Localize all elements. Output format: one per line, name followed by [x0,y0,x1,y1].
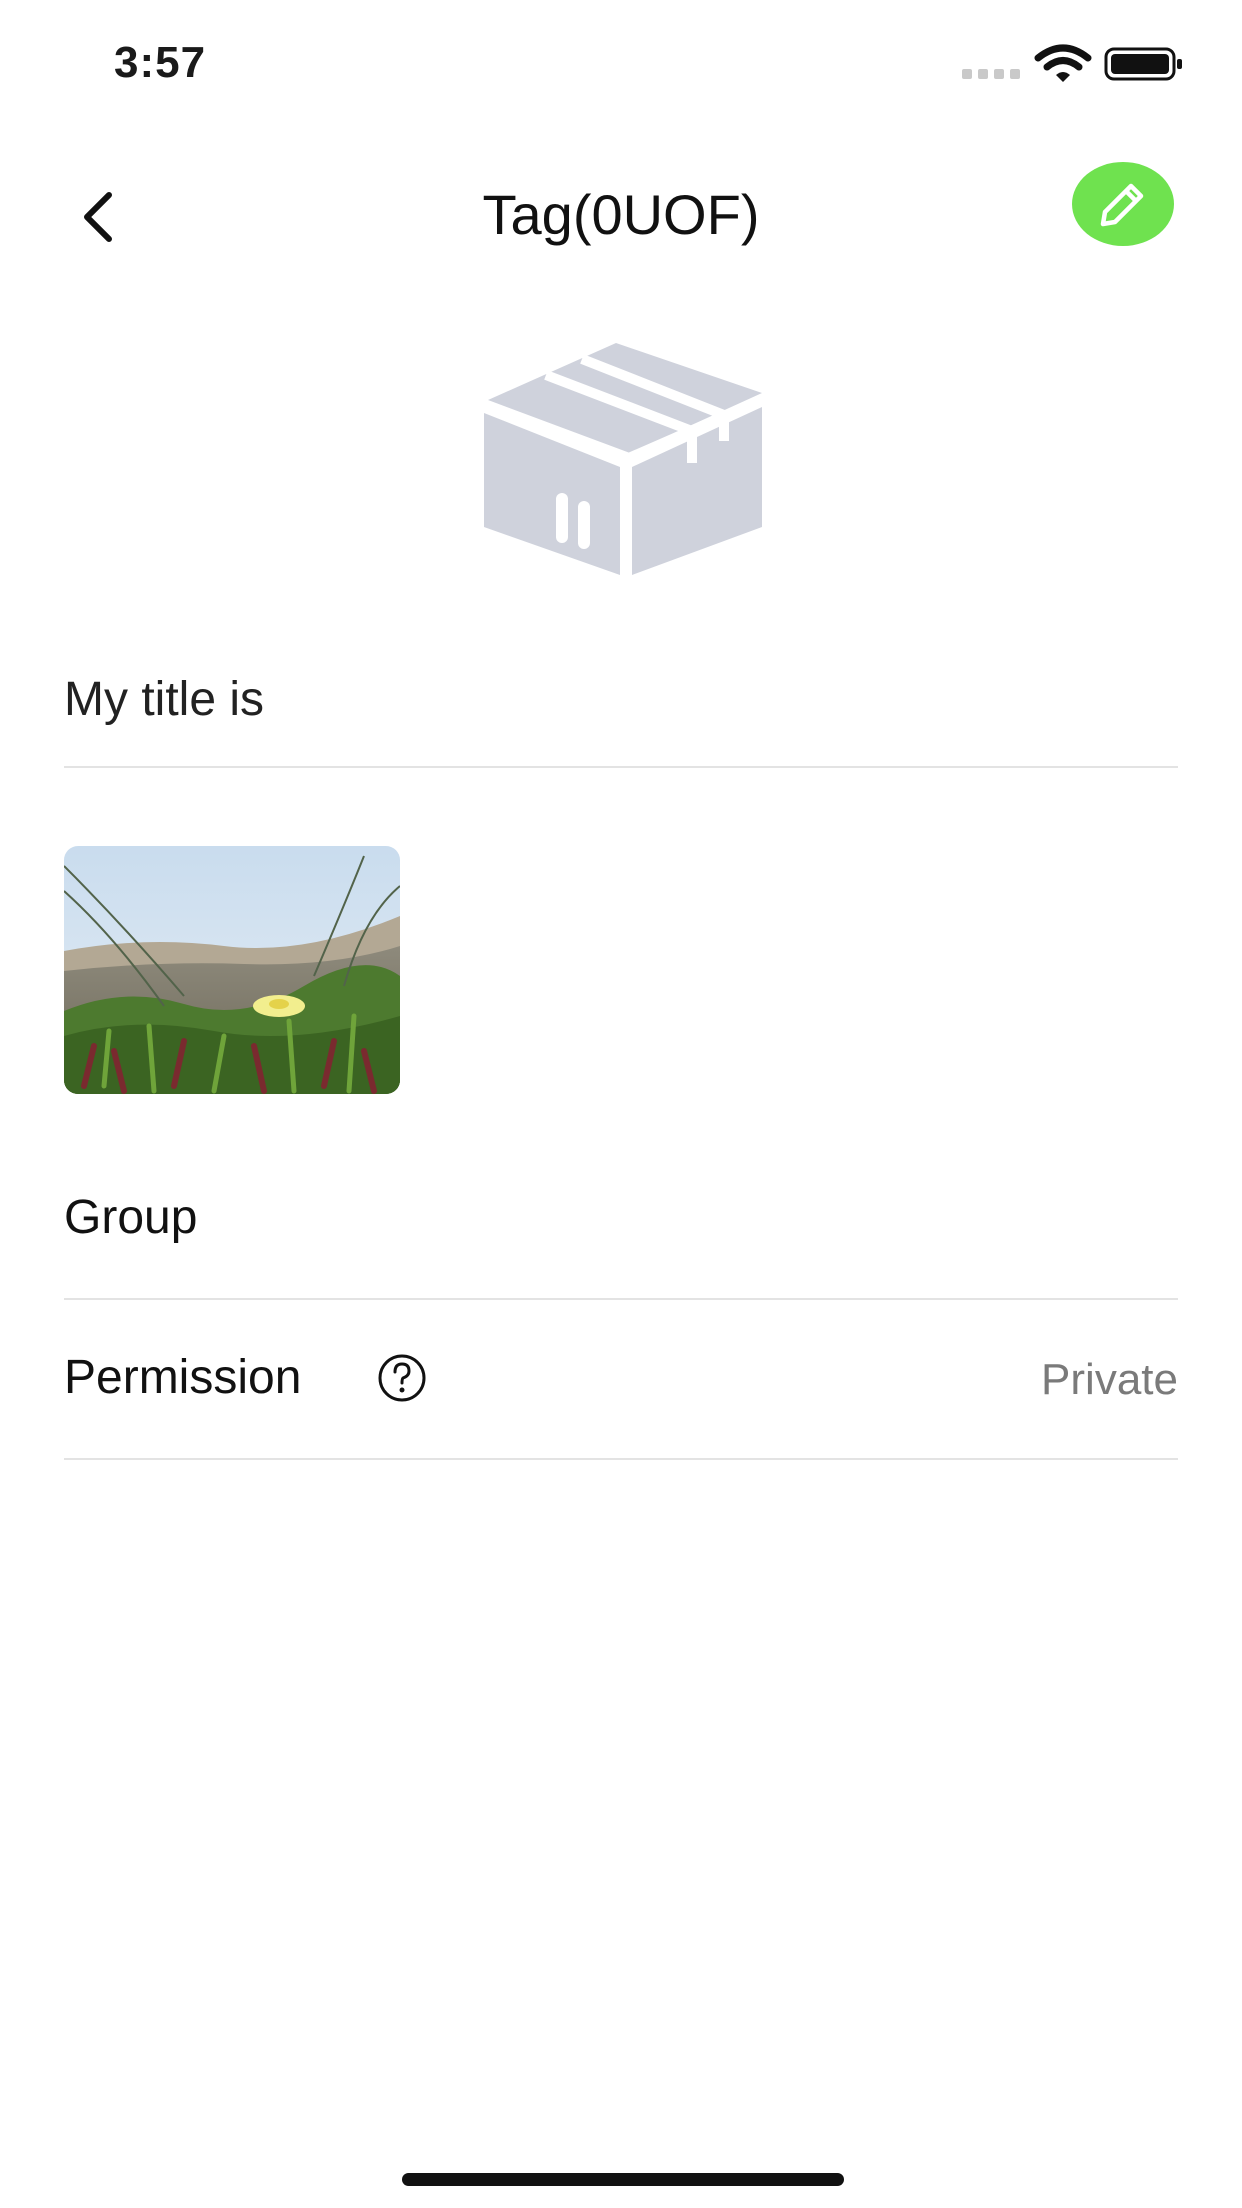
title-field[interactable]: My title is [64,650,1178,768]
edit-button[interactable] [1072,162,1174,246]
permission-row[interactable]: Permission Private [64,1300,1178,1460]
photo-thumbnail[interactable] [64,846,400,1094]
signal-icon [962,69,1020,79]
wifi-icon [1034,44,1092,82]
battery-icon [1104,47,1182,81]
nav-bar: Tag(0UOF) [0,150,1242,280]
question-circle-icon[interactable] [376,1352,428,1404]
status-time: 3:57 [114,38,207,87]
page-title: Tag(0UOF) [482,183,760,246]
pencil-icon [1100,183,1144,227]
group-row[interactable]: Group [64,1148,1178,1300]
status-bar: 3:57 [0,0,1242,130]
photo-image [64,846,400,1094]
package-box-icon [482,343,767,577]
permission-label: Permission [64,1351,302,1404]
permission-value: Private [1041,1355,1178,1404]
group-label: Group [64,1191,198,1244]
home-indicator[interactable] [402,2173,844,2186]
title-placeholder: My title is [64,673,265,726]
